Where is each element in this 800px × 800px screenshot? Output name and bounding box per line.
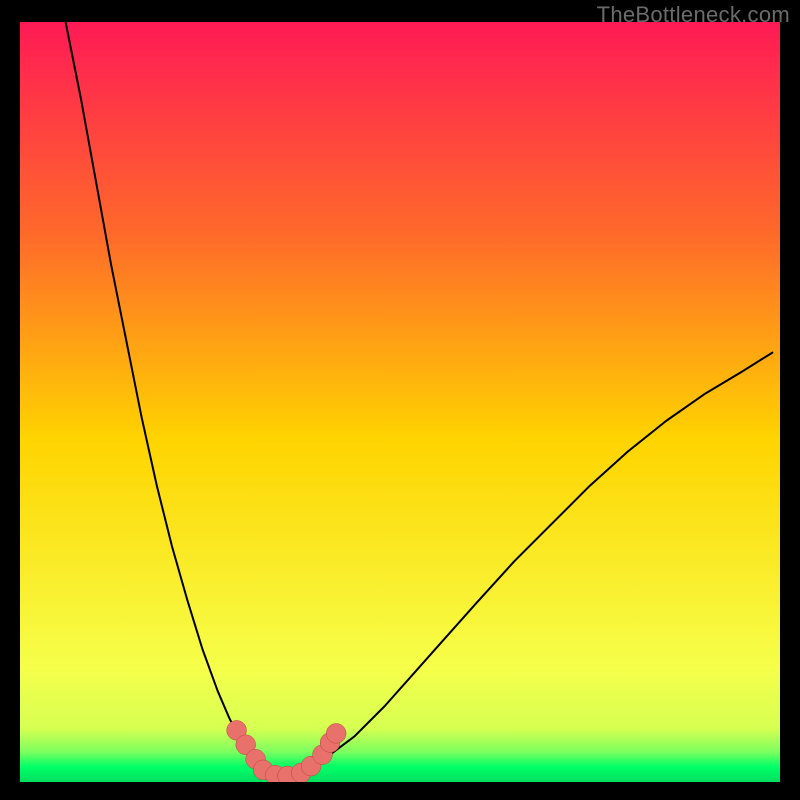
figure-container: TheBottleneck.com — [0, 0, 800, 800]
data-marker — [326, 723, 346, 743]
gradient-background — [20, 22, 780, 782]
watermark-text: TheBottleneck.com — [597, 2, 790, 28]
plot-area — [20, 22, 780, 782]
bottleneck-curve-chart — [20, 22, 780, 782]
